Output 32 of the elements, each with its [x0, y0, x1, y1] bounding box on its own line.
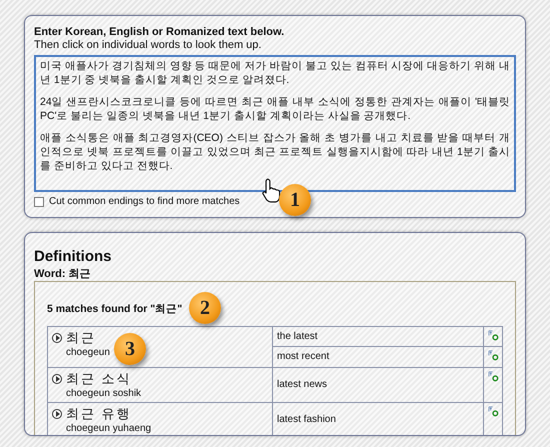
add-word-icon[interactable] — [488, 406, 498, 417]
section-title: Definitions — [34, 248, 112, 266]
instruction-heading: Enter Korean, English or Romanized text below. — [34, 26, 286, 39]
word-label: Word: 최근 — [34, 267, 92, 281]
definition-cell: most recent — [273, 346, 484, 367]
paragraph-text: 24일 샌프란시스코크로니클 등에 따르면 최근 애플 내부 소식에 정통한 관계자는 애플이 '태블릿 PC'로 불리는 일종의 넷북을 내년 1분기 출시할 계획이라는 사실을 공개했다. — [40, 95, 510, 123]
instruction-text: Then click on individual words to look them up. — [34, 39, 262, 52]
callout-badge: 1 — [279, 184, 311, 216]
hangul-word[interactable]: 최근 소식 — [66, 370, 142, 387]
paragraph-text: 미국 애플사가 경기침체의 영향 등 때문에 저가 바람이 불고 있는 컴퓨터 시장에 대응하기 위해 내년 1분기 중 넷북을 출시할 계획인 것으로 알려졌다. — [40, 59, 510, 87]
romanization: choegeun yuhaeng — [66, 422, 152, 435]
play-icon[interactable] — [52, 374, 62, 384]
definition-cell: the latest — [273, 326, 484, 346]
hand-cursor-icon — [261, 177, 283, 203]
paragraph-text: 애플 소식통은 애플 최고경영자(CEO) 스티브 잡스가 올해 초 병가를 내고 치료를 받을 때부터 개인적으로 넷북 프로젝트를 이끌고 있었으며 최근 프로젝트 실행을지시함에 따라 내년 1분기 출시를 준비하고 있다고 전했다. — [40, 131, 510, 173]
hangul-word[interactable]: 최근 — [66, 330, 110, 346]
play-icon[interactable] — [52, 408, 62, 419]
add-word-icon[interactable] — [488, 330, 498, 341]
hangul-word[interactable]: 최근 유행 — [66, 406, 152, 422]
callout-badge: 3 — [114, 332, 146, 365]
definition-cell: latest news — [273, 368, 484, 402]
text-input-field[interactable] — [34, 55, 516, 192]
callout-badge: 2 — [189, 292, 221, 324]
romanization: choegeun soshik — [66, 386, 142, 400]
definition-cell: latest fashion — [273, 402, 484, 435]
romanization: choegeun — [66, 346, 110, 359]
play-icon[interactable] — [52, 332, 62, 343]
match-count: 5 matches found for "최근" — [47, 302, 182, 317]
checkbox-label: Cut common endings to find more matches — [49, 195, 240, 209]
checkbox[interactable] — [34, 196, 44, 206]
add-word-icon[interactable] — [488, 350, 498, 361]
add-word-icon[interactable] — [488, 370, 498, 382]
